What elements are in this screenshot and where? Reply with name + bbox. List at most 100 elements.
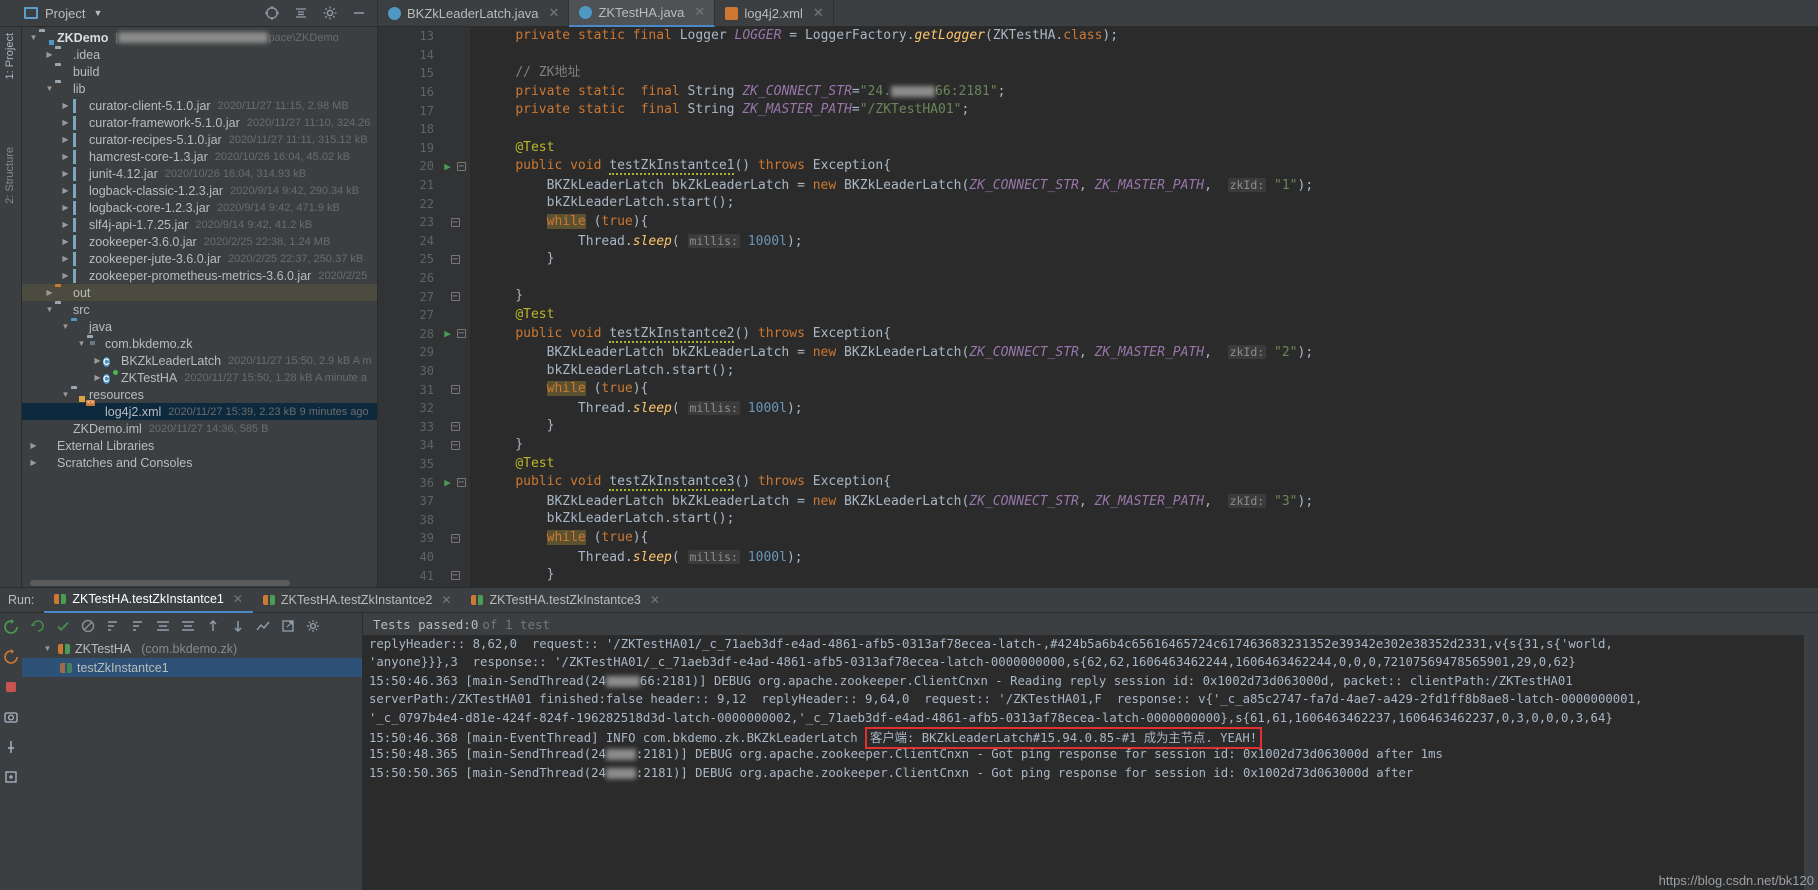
gutter-run-marker[interactable]: ▶ − <box>440 325 470 344</box>
close-icon[interactable]: ✕ <box>650 593 660 607</box>
tree-row-zkdemo-iml[interactable]: ZKDemo.iml 2020/11/27 14:36, 585 B <box>22 420 377 437</box>
close-icon[interactable]: ✕ <box>441 593 451 607</box>
test-tree-row-0[interactable]: ZKTestHA (com.bkdemo.zk) <box>22 639 362 658</box>
project-tool-header[interactable]: Project ▼ <box>0 0 378 27</box>
tree-row-src[interactable]: src <box>22 301 377 318</box>
code-text[interactable]: private static final Logger LOGGER = Log… <box>470 27 1818 587</box>
gutter-run-marker[interactable]: ▶ − <box>440 473 470 492</box>
tree-row-slf4j-api-1-7-25-jar[interactable]: slf4j-api-1.7.25.jar 2020/9/14 9:42, 41.… <box>22 216 377 233</box>
expand-toggle-icon[interactable] <box>60 390 71 399</box>
collapse-all-icon[interactable] <box>293 5 309 21</box>
project-tree-hscrollbar[interactable] <box>22 578 377 587</box>
tree-row-scratches-and-consoles[interactable]: Scratches and Consoles <box>22 454 377 471</box>
tree-row-build[interactable]: build <box>22 63 377 80</box>
tree-row-bkzkleaderlatch[interactable]: C BKZkLeaderLatch 2020/11/27 15:50, 2.9 … <box>22 352 377 369</box>
tree-row-log4j2-xml[interactable]: log4j2.xml 2020/11/27 15:39, 2.23 kB 9 m… <box>22 403 377 420</box>
tree-row-curator-framework-5-1-0-jar[interactable]: curator-framework-5.1.0.jar 2020/11/27 1… <box>22 114 377 131</box>
gutter-fold-marker[interactable]: − <box>440 436 470 455</box>
next-test-icon[interactable] <box>230 618 246 634</box>
tree-row-zktestha[interactable]: C ZKTestHA 2020/11/27 15:50, 1.28 kB A m… <box>22 369 377 386</box>
console-output[interactable]: Tests passed: 0 of 1 test replyHeader:: … <box>362 613 1818 890</box>
tree-row-logback-core-1-2-3-jar[interactable]: logback-core-1.2.3.jar 2020/9/14 9:42, 4… <box>22 199 377 216</box>
test-settings-gear-icon[interactable] <box>305 618 321 634</box>
tree-row-zookeeper-3-6-0-jar[interactable]: zookeeper-3.6.0.jar 2020/2/25 22:38, 1.2… <box>22 233 377 250</box>
expand-toggle-icon[interactable] <box>60 254 71 263</box>
camera-icon[interactable] <box>3 709 19 725</box>
tree-row-resources[interactable]: resources <box>22 386 377 403</box>
sort-by-duration-icon[interactable] <box>105 618 121 634</box>
open-in-browser-icon[interactable] <box>280 618 296 634</box>
gutter-markers[interactable]: ▶−−−−▶−−−−▶−−−− <box>440 27 470 587</box>
test-results-tree[interactable]: ZKTestHA (com.bkdemo.zk) testZkInstantce… <box>22 639 362 890</box>
gear-icon[interactable] <box>322 5 338 21</box>
hide-panel-icon[interactable] <box>351 5 367 21</box>
sort-alpha-icon[interactable] <box>130 618 146 634</box>
expand-toggle-icon[interactable] <box>60 203 71 212</box>
editor-tab-2[interactable]: log4j2.xml ✕ <box>715 0 834 27</box>
gutter-run-marker[interactable]: ▶ − <box>440 157 470 176</box>
expand-toggle-icon[interactable] <box>92 356 103 365</box>
chevron-down-icon[interactable]: ▼ <box>93 8 102 18</box>
tree-row-curator-recipes-5-1-0-jar[interactable]: curator-recipes-5.1.0.jar 2020/11/27 11:… <box>22 131 377 148</box>
expand-toggle-icon[interactable] <box>28 33 39 42</box>
tree-row-junit-4-12-jar[interactable]: junit-4.12.jar 2020/10/26 16:04, 314.93 … <box>22 165 377 182</box>
statistics-icon[interactable] <box>255 618 271 634</box>
code-editor[interactable]: 13 14 15 16 17 18 19 20 21 22 23 24 25 26 27 27 28 29 30 31… <box>378 27 1818 587</box>
gutter-fold-marker[interactable]: − <box>440 529 470 548</box>
stop-icon[interactable] <box>3 679 19 695</box>
gutter-fold-marker[interactable]: − <box>440 417 470 436</box>
expand-toggle-icon[interactable] <box>60 118 71 127</box>
run-tab-0[interactable]: ZKTestHA.testZkInstantce1 ✕ <box>44 588 253 613</box>
expand-toggle-icon[interactable] <box>60 152 71 161</box>
tree-row-external-libraries[interactable]: External Libraries <box>22 437 377 454</box>
expand-toggle-icon[interactable] <box>44 84 55 93</box>
expand-toggle-icon[interactable] <box>60 101 71 110</box>
expand-toggle-icon[interactable] <box>44 288 55 297</box>
pin-icon[interactable] <box>3 739 19 755</box>
tree-row--idea[interactable]: .idea <box>22 46 377 63</box>
gutter-fold-marker[interactable]: − <box>440 380 470 399</box>
expand-toggle-icon[interactable] <box>44 50 55 59</box>
expand-toggle-icon[interactable] <box>60 186 71 195</box>
tree-row-java[interactable]: java <box>22 318 377 335</box>
expand-toggle-icon[interactable] <box>44 305 55 314</box>
close-icon[interactable]: ✕ <box>813 5 824 21</box>
rail-label-structure[interactable]: 2: Structure <box>4 147 16 204</box>
console-scrollbar[interactable] <box>1804 613 1818 890</box>
tree-row-com-bkdemo-zk[interactable]: com.bkdemo.zk <box>22 335 377 352</box>
expand-toggle-icon[interactable] <box>92 373 103 382</box>
tree-row-curator-client-5-1-0-jar[interactable]: curator-client-5.1.0.jar 2020/11/27 11:1… <box>22 97 377 114</box>
tree-row-hamcrest-core-1-3-jar[interactable]: hamcrest-core-1.3.jar 2020/10/26 16:04, … <box>22 148 377 165</box>
run-tab-2[interactable]: ZKTestHA.testZkInstantce3 ✕ <box>461 588 670 613</box>
rerun-failed-icon[interactable] <box>3 649 19 665</box>
expand-toggle-icon[interactable] <box>60 322 71 331</box>
expand-all-icon[interactable] <box>155 618 171 634</box>
expand-toggle-icon[interactable] <box>60 220 71 229</box>
rerun-icon[interactable] <box>3 619 19 635</box>
prev-test-icon[interactable] <box>205 618 221 634</box>
show-passed-icon[interactable] <box>55 618 71 634</box>
expand-toggle-icon[interactable] <box>76 339 87 348</box>
expand-toggle-icon[interactable] <box>42 644 53 653</box>
gutter-fold-marker[interactable]: − <box>440 250 470 269</box>
tree-row-zkdemo[interactable]: ZKDemo [pace\ZKDemo <box>22 29 377 46</box>
gutter-fold-marker[interactable]: − <box>440 566 470 585</box>
editor-tab-1[interactable]: ZKTestHA.java ✕ <box>569 0 716 27</box>
rail-label-project[interactable]: 1: Project <box>4 33 16 79</box>
tree-row-logback-classic-1-2-3-jar[interactable]: logback-classic-1.2.3.jar 2020/9/14 9:42… <box>22 182 377 199</box>
tree-row-zookeeper-prometheus-metrics-3-6-0-jar[interactable]: zookeeper-prometheus-metrics-3.6.0.jar 2… <box>22 267 377 284</box>
tree-row-zookeeper-jute-3-6-0-jar[interactable]: zookeeper-jute-3.6.0.jar 2020/2/25 22:37… <box>22 250 377 267</box>
close-icon[interactable]: ✕ <box>233 592 243 606</box>
close-icon[interactable]: ✕ <box>694 4 705 20</box>
close-icon[interactable]: ✕ <box>549 5 560 21</box>
gutter-fold-marker[interactable]: − <box>440 585 470 587</box>
expand-toggle-icon[interactable] <box>28 458 39 467</box>
locate-target-icon[interactable] <box>264 5 280 21</box>
gutter-fold-marker[interactable]: − <box>440 213 470 232</box>
rerun-tests-icon[interactable] <box>30 618 46 634</box>
tree-row-lib[interactable]: lib <box>22 80 377 97</box>
test-tree-row-1[interactable]: testZkInstantce1 <box>22 658 362 677</box>
expand-toggle-icon[interactable] <box>60 271 71 280</box>
editor-tab-0[interactable]: BKZkLeaderLatch.java ✕ <box>378 0 570 27</box>
expand-toggle-icon[interactable] <box>60 169 71 178</box>
